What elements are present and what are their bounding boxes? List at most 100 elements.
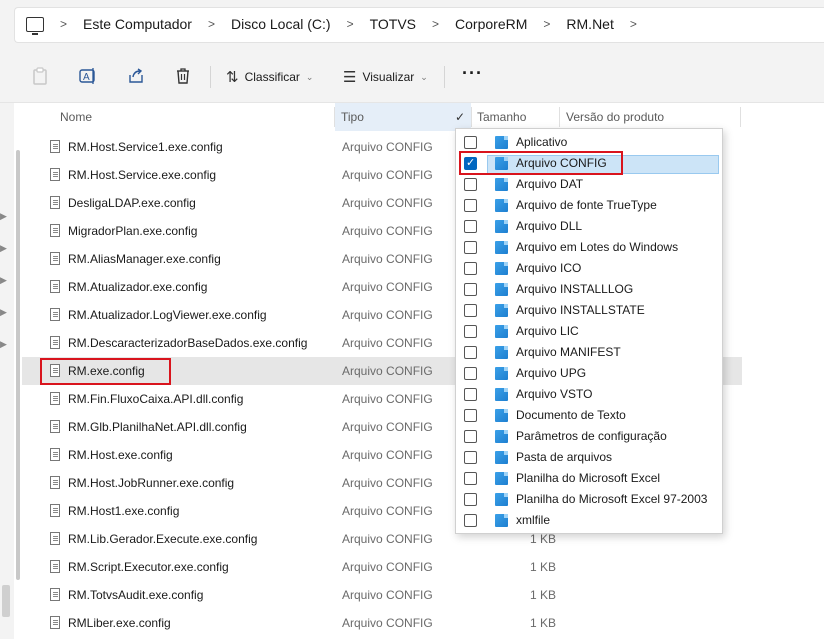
delete-icon[interactable]	[173, 66, 193, 86]
column-header-version[interactable]: Versão do produto	[560, 103, 740, 131]
file-type-icon	[495, 493, 508, 506]
file-name: RM.AliasManager.exe.config	[68, 252, 221, 266]
checkbox[interactable]	[464, 451, 477, 464]
file-name: MigradorPlan.exe.config	[68, 224, 198, 238]
chevron-down-icon: ⌄	[305, 71, 314, 82]
file-type: Arquivo CONFIG	[342, 476, 433, 490]
checkbox[interactable]	[464, 325, 477, 338]
toolbar-divider	[210, 66, 211, 88]
column-header-name[interactable]: Nome	[54, 103, 334, 131]
file-type: Arquivo CONFIG	[342, 616, 433, 630]
type-filter-option[interactable]: Arquivo LIC	[456, 321, 722, 342]
option-label: Parâmetros de configuração	[516, 429, 667, 443]
file-type-icon	[495, 367, 508, 380]
rename-icon[interactable]: A	[78, 66, 98, 86]
sort-label: Classificar	[244, 70, 300, 84]
breadcrumb-corporerm[interactable]: CorporeRM	[445, 16, 537, 32]
file-row[interactable]: RM.Script.Executor.exe.config Arquivo CON…	[22, 553, 742, 581]
checkbox[interactable]	[464, 409, 477, 422]
checkbox[interactable]	[464, 304, 477, 317]
file-row[interactable]: RM.TotvsAudit.exe.config Arquivo CONFIG 1 …	[22, 581, 742, 609]
type-filter-option[interactable]: Arquivo UPG	[456, 363, 722, 384]
file-size: 1 KB	[530, 560, 557, 574]
checkbox[interactable]	[464, 346, 477, 359]
checkbox[interactable]	[464, 430, 477, 443]
column-header-size[interactable]: Tamanho	[471, 103, 559, 131]
checkbox[interactable]	[464, 178, 477, 191]
type-filter-option[interactable]: Arquivo de fonte TrueType	[456, 195, 722, 216]
nav-scroll-thumb[interactable]	[2, 585, 10, 617]
breadcrumb-local-disk[interactable]: Disco Local (C:)	[221, 16, 341, 32]
config-file-icon	[50, 252, 60, 265]
checkbox[interactable]	[464, 262, 477, 275]
navigation-pane: ▶ ▶ ▶ ▶ ▶	[0, 103, 14, 639]
paste-icon[interactable]	[30, 66, 50, 86]
option-label: Planilha do Microsoft Excel	[516, 471, 661, 485]
more-options-button[interactable]: ···	[462, 63, 483, 84]
checkbox[interactable]	[464, 367, 477, 380]
type-filter-option[interactable]: Planilha do Microsoft Excel	[456, 468, 722, 489]
type-filter-option[interactable]: Arquivo INSTALLLOG	[456, 279, 722, 300]
type-filter-option[interactable]: Planilha do Microsoft Excel 97-2003	[456, 489, 722, 510]
config-file-icon	[50, 308, 60, 321]
file-name: RM.Host.Service1.exe.config	[68, 140, 223, 154]
type-filter-option[interactable]: Arquivo INSTALLSTATE	[456, 300, 722, 321]
chevron-right-icon[interactable]: >	[624, 17, 643, 31]
config-file-icon	[50, 224, 60, 237]
breadcrumb-totvs[interactable]: TOTVS	[360, 16, 426, 32]
breadcrumb-rm-net[interactable]: RM.Net	[556, 16, 623, 32]
type-filter-option[interactable]: Pasta de arquivos	[456, 447, 722, 468]
file-type-icon	[495, 220, 508, 233]
type-filter-option[interactable]: Aplicativo	[456, 132, 722, 153]
checkbox[interactable]	[464, 199, 477, 212]
option-label: Arquivo INSTALLLOG	[516, 282, 634, 296]
file-type-icon	[495, 451, 508, 464]
file-row[interactable]: RMLiber.exe.config Arquivo CONFIG 1 KB	[22, 609, 742, 637]
chevron-right-icon[interactable]: >	[202, 17, 221, 31]
view-button[interactable]: ☰ Visualizar ⌄	[343, 68, 428, 86]
file-type-icon	[495, 241, 508, 254]
file-type: Arquivo CONFIG	[342, 504, 433, 518]
type-filter-option[interactable]: Documento de Texto	[456, 405, 722, 426]
type-filter-option[interactable]: Arquivo em Lotes do Windows	[456, 237, 722, 258]
file-type: Arquivo CONFIG	[342, 560, 433, 574]
option-label: Arquivo UPG	[516, 366, 587, 380]
column-header-type[interactable]: Tipo	[335, 103, 471, 131]
type-filter-option[interactable]: Arquivo DLL	[456, 216, 722, 237]
computer-icon[interactable]	[26, 16, 44, 35]
chevron-right-icon[interactable]: >	[426, 17, 445, 31]
file-name: DesligaLDAP.exe.config	[68, 196, 196, 210]
checkbox[interactable]	[464, 136, 477, 149]
column-divider[interactable]	[740, 107, 741, 127]
checkbox[interactable]	[464, 388, 477, 401]
type-filter-option[interactable]: Parâmetros de configuração	[456, 426, 722, 447]
type-filter-option[interactable]: Arquivo ICO	[456, 258, 722, 279]
checkbox[interactable]	[464, 220, 477, 233]
type-filter-option[interactable]: xmlfile	[456, 510, 722, 531]
chevron-right-icon[interactable]: >	[54, 17, 73, 31]
config-file-icon	[50, 560, 60, 573]
checkbox[interactable]	[464, 472, 477, 485]
chevron-right-icon[interactable]: >	[537, 17, 556, 31]
filter-check-icon[interactable]: ✓	[455, 103, 465, 131]
checkbox[interactable]	[464, 514, 477, 527]
checkbox[interactable]	[464, 283, 477, 296]
type-filter-option[interactable]: Arquivo MANIFEST	[456, 342, 722, 363]
checkbox[interactable]	[464, 493, 477, 506]
file-type: Arquivo CONFIG	[342, 168, 433, 182]
checkbox[interactable]	[464, 241, 477, 254]
breadcrumb-this-pc[interactable]: Este Computador	[73, 16, 202, 32]
sort-button[interactable]: ⇅ Classificar ⌄	[226, 68, 313, 86]
type-filter-option[interactable]: Arquivo VSTO	[456, 384, 722, 405]
chevron-right-icon[interactable]: >	[341, 17, 360, 31]
config-file-icon	[50, 392, 60, 405]
option-label: Pasta de arquivos	[516, 450, 613, 464]
type-filter-option[interactable]: Arquivo DAT	[456, 174, 722, 195]
pin-icon: ▶	[0, 339, 7, 349]
file-type: Arquivo CONFIG	[342, 252, 433, 266]
share-icon[interactable]	[126, 66, 146, 86]
config-file-icon	[50, 476, 60, 489]
nav-scrollbar[interactable]	[16, 150, 20, 580]
file-type-icon	[495, 409, 508, 422]
command-bar: A ⇅ Classificar ⌄ ☰ Visualizar ⌄ ···	[0, 50, 824, 103]
